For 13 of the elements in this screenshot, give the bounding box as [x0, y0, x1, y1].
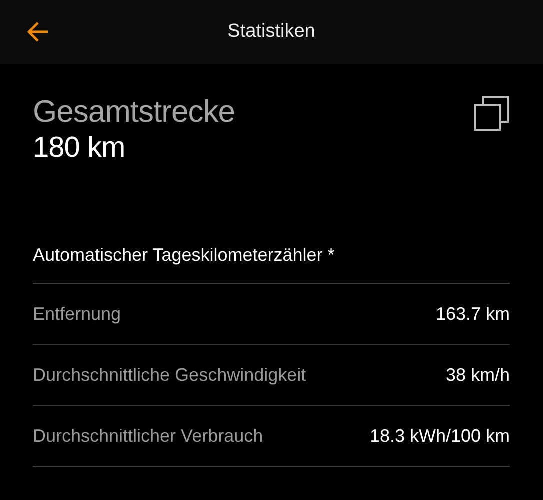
- back-arrow-icon: [26, 21, 50, 43]
- stat-label: Entfernung: [33, 304, 122, 324]
- total-distance-value: 180 km: [33, 131, 126, 166]
- back-button[interactable]: [26, 21, 50, 43]
- section-title: Automatischer Tageskilometerzähler *: [33, 244, 510, 284]
- stat-value: 18.3 kWh/100 km: [370, 426, 510, 446]
- stat-value: 163.7 km: [436, 304, 510, 324]
- stat-label: Durchschnittlicher Verbrauch: [33, 426, 264, 446]
- screen-title: Statistiken: [228, 21, 316, 43]
- total-distance-label: Gesamtstrecke: [33, 94, 235, 130]
- stat-label: Durchschnittliche Geschwindigkeit: [33, 364, 306, 386]
- stat-value: 38 km/h: [446, 364, 510, 386]
- copy-icon[interactable]: [474, 96, 510, 132]
